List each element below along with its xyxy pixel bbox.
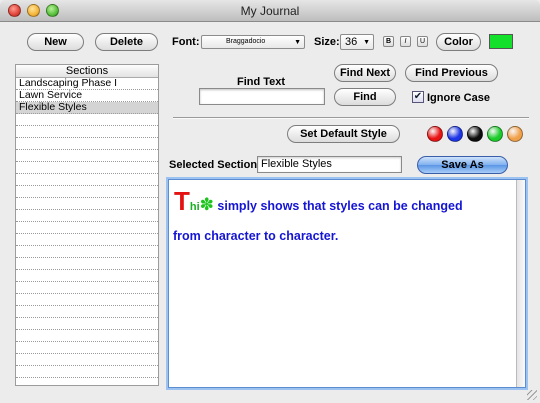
bold-button[interactable]: B (383, 36, 394, 47)
editor-line-1: Thi✽ simply shows that styles can be cha… (174, 186, 463, 217)
empty-list-row[interactable] (16, 174, 158, 186)
font-select-value: Braggadocio (226, 38, 266, 45)
size-select[interactable]: 36 ▼ (340, 34, 374, 50)
empty-list-row[interactable] (16, 210, 158, 222)
find-button[interactable]: Find (334, 88, 396, 106)
decorative-glyph-icon: ✽ (199, 195, 214, 214)
ignore-case-label: Ignore Case (427, 92, 490, 104)
find-previous-button[interactable]: Find Previous (405, 64, 498, 82)
find-text-input[interactable] (199, 88, 325, 105)
title-bar[interactable]: My Journal (0, 0, 540, 22)
empty-list-row[interactable] (16, 198, 158, 210)
styled-text-run: simply shows that styles can be changed (213, 199, 463, 213)
editor-scrollbar[interactable] (516, 180, 525, 387)
find-text-label: Find Text (237, 76, 286, 88)
current-color-swatch[interactable] (489, 34, 513, 49)
green-color-dot[interactable] (487, 126, 503, 142)
font-select[interactable]: Braggadocio ▼ (201, 35, 305, 49)
empty-list-row[interactable] (16, 342, 158, 354)
sections-header: Sections (16, 65, 158, 78)
empty-list-row[interactable] (16, 150, 158, 162)
editor-line-2: from character to character. (173, 229, 339, 243)
selected-section-label: Selected Section: (169, 159, 261, 171)
selected-section-input[interactable]: Flexible Styles (257, 156, 402, 173)
orange-color-dot[interactable] (507, 126, 523, 142)
sections-list[interactable]: Sections Landscaping Phase I Lawn Servic… (15, 64, 159, 386)
list-item[interactable]: Landscaping Phase I (16, 78, 158, 90)
empty-list-row[interactable] (16, 114, 158, 126)
italic-button[interactable]: I (400, 36, 411, 47)
empty-list-row[interactable] (16, 222, 158, 234)
font-label: Font: (172, 36, 200, 48)
red-color-dot[interactable] (427, 126, 443, 142)
color-button[interactable]: Color (436, 33, 481, 51)
list-item[interactable]: Lawn Service (16, 90, 158, 102)
black-color-dot[interactable] (467, 126, 483, 142)
size-label: Size: (314, 36, 340, 48)
empty-list-row[interactable] (16, 270, 158, 282)
list-item-selected[interactable]: Flexible Styles (16, 102, 158, 114)
delete-button[interactable]: Delete (95, 33, 158, 51)
chevron-down-icon: ▼ (294, 39, 301, 46)
empty-list-row[interactable] (16, 246, 158, 258)
size-select-value: 36 (345, 36, 358, 48)
styled-chars-hi: hi (189, 201, 200, 213)
underline-button[interactable]: U (417, 36, 428, 47)
chevron-down-icon: ▼ (363, 39, 370, 46)
empty-list-row[interactable] (16, 138, 158, 150)
empty-list-row[interactable] (16, 126, 158, 138)
empty-list-row[interactable] (16, 234, 158, 246)
resize-grip[interactable] (527, 390, 537, 400)
empty-list-row[interactable] (16, 282, 158, 294)
empty-list-row[interactable] (16, 162, 158, 174)
empty-list-row[interactable] (16, 330, 158, 342)
empty-list-row[interactable] (16, 186, 158, 198)
empty-list-row[interactable] (16, 258, 158, 270)
empty-list-row[interactable] (16, 318, 158, 330)
new-button[interactable]: New (27, 33, 84, 51)
empty-list-row[interactable] (16, 294, 158, 306)
ignore-case-checkbox[interactable]: ✔ (412, 91, 424, 103)
divider (173, 117, 529, 119)
journal-text-editor[interactable]: Thi✽ simply shows that styles can be cha… (168, 179, 526, 388)
styled-char-t: T (174, 186, 190, 216)
save-as-button[interactable]: Save As (417, 156, 508, 174)
blue-color-dot[interactable] (447, 126, 463, 142)
set-default-style-button[interactable]: Set Default Style (287, 125, 400, 143)
find-next-button[interactable]: Find Next (334, 64, 396, 82)
window-title: My Journal (240, 4, 300, 18)
empty-list-row[interactable] (16, 366, 158, 378)
empty-list-row[interactable] (16, 306, 158, 318)
empty-list-row[interactable] (16, 354, 158, 366)
